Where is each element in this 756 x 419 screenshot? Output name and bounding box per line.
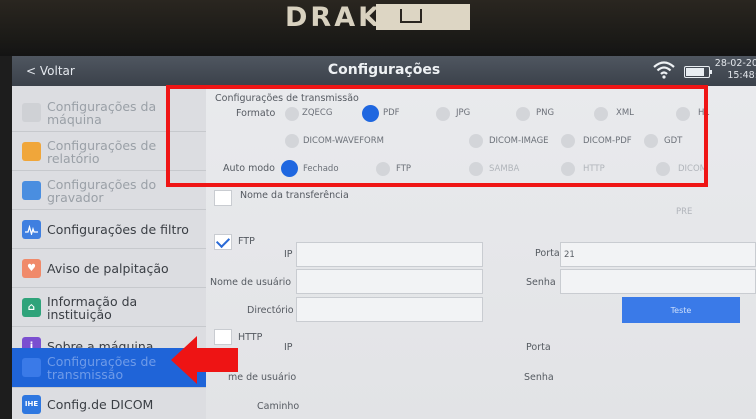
machine-icon bbox=[22, 103, 41, 122]
ftp-directory-input[interactable] bbox=[296, 297, 483, 322]
http-port-label: Porta bbox=[526, 342, 551, 353]
datetime: 28-02-2023 15:48:16 bbox=[712, 58, 756, 82]
institution-icon: ⌂ bbox=[22, 298, 41, 317]
transfer-name-checkbox[interactable] bbox=[214, 190, 232, 206]
dicom-icon: IHE bbox=[22, 394, 41, 414]
transfer-name-value: PRE bbox=[676, 207, 693, 217]
ftp-label: FTP bbox=[238, 236, 255, 247]
ftp-port-label: Porta bbox=[535, 248, 560, 259]
http-label: HTTP bbox=[238, 332, 263, 343]
recorder-icon bbox=[22, 181, 41, 200]
ftp-ip-label: IP bbox=[284, 249, 293, 260]
http-user-label: me de usuário bbox=[228, 372, 297, 383]
ftp-user-input[interactable] bbox=[296, 269, 483, 294]
filter-icon bbox=[22, 220, 41, 239]
ftp-checkbox[interactable] bbox=[214, 234, 232, 250]
red-arrow-icon bbox=[171, 336, 238, 384]
page-title: Configurações bbox=[327, 62, 441, 78]
ftp-directory-label: Directório bbox=[247, 305, 294, 316]
ftp-port-input[interactable]: 21 bbox=[560, 242, 756, 267]
ftp-ip-input[interactable] bbox=[296, 242, 483, 267]
http-password-label: Senha bbox=[524, 372, 554, 383]
ftp-password-input[interactable] bbox=[560, 269, 756, 294]
transfer-name-label: Nome da transferência bbox=[240, 190, 349, 201]
battery-icon bbox=[684, 66, 712, 78]
sidebar-item-palpitation-warning[interactable]: ♥ Aviso de palpitação bbox=[12, 250, 206, 288]
highlight-frame bbox=[166, 85, 708, 187]
wifi-icon bbox=[653, 61, 675, 79]
test-button[interactable]: Teste bbox=[622, 297, 740, 323]
sidebar-item-institution-info[interactable]: ⌂ Informação da instituição bbox=[12, 289, 206, 327]
date-text: 28-02-2023 bbox=[714, 58, 756, 69]
sidebar-item-filter-settings[interactable]: Configurações de filtro bbox=[12, 211, 206, 249]
device-bezel: DRAKE bbox=[0, 0, 756, 56]
sidebar-item-label: Config.de DICOM bbox=[47, 396, 154, 412]
battery-level bbox=[686, 68, 704, 76]
title-bar: < Voltar Configurações 28-02-2023 15:48:… bbox=[12, 56, 756, 86]
http-ip-label: IP bbox=[284, 342, 293, 353]
heart-icon: ♥ bbox=[22, 259, 41, 278]
http-path-label: Caminho bbox=[257, 401, 300, 412]
sidebar-item-label: Aviso de palpitação bbox=[47, 261, 169, 276]
brand-logo-mark bbox=[376, 4, 470, 30]
transmission-icon bbox=[22, 358, 41, 377]
ftp-password-label: Senha bbox=[526, 277, 556, 288]
report-icon bbox=[22, 142, 41, 161]
sidebar-item-dicom-config[interactable]: IHE Config.de DICOM bbox=[12, 389, 206, 419]
sidebar-item-label: Informação da instituição bbox=[47, 293, 138, 322]
time-text: 15:48:16 bbox=[727, 70, 756, 81]
ftp-user-label: Nome de usuário bbox=[210, 277, 292, 288]
sidebar-item-label: Configurações de filtro bbox=[47, 222, 189, 237]
